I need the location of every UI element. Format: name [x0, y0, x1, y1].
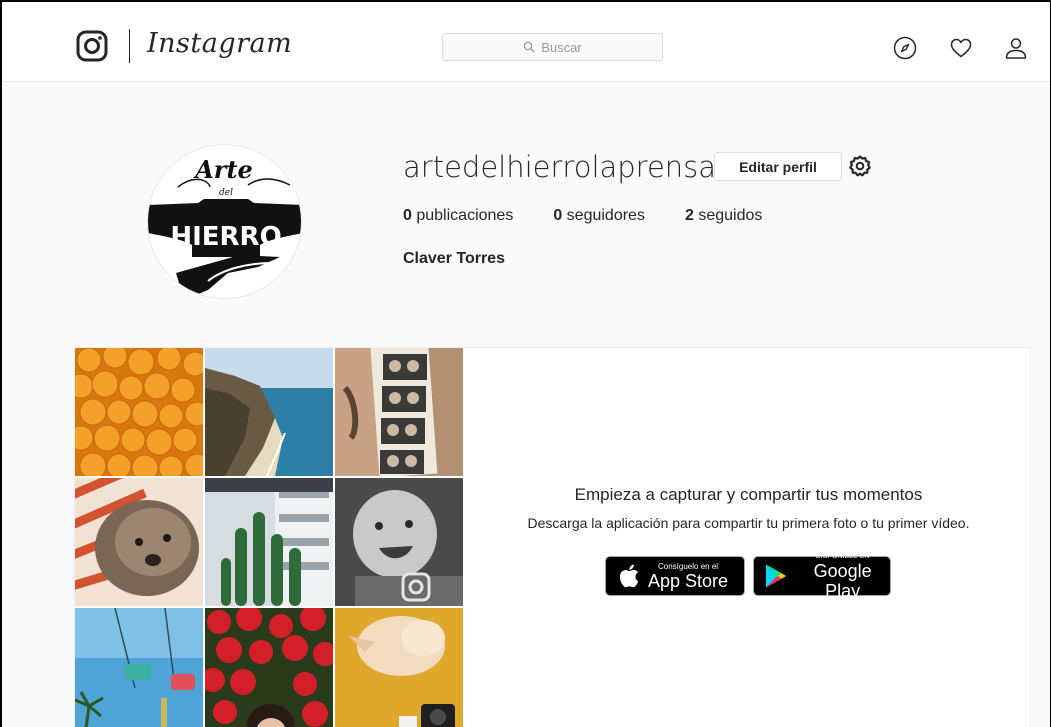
- profile-avatar[interactable]: Arte del HIERRO: [147, 144, 302, 299]
- google-play-big-text: Google Play: [813, 560, 872, 601]
- apple-icon: [619, 564, 639, 588]
- stat-followers-label: seguidores: [566, 207, 645, 224]
- photo-cactus-building: [205, 478, 333, 606]
- photo-dog: [75, 478, 203, 606]
- svg-text:del: del: [219, 188, 233, 198]
- photo-coastline: [205, 348, 333, 476]
- gear-icon[interactable]: [848, 154, 872, 178]
- photo-photobooth-strip: [335, 348, 463, 476]
- stat-posts-count: 0: [403, 207, 412, 224]
- promo-title: Empieza a capturar y compartir tus momen…: [574, 485, 923, 504]
- explore-compass-icon[interactable]: [893, 36, 917, 60]
- photo-baby: [335, 478, 463, 606]
- stat-followers[interactable]: 0 seguidores: [553, 207, 645, 225]
- sample-photo-mosaic: [75, 348, 465, 727]
- app-store-button[interactable]: Consíguelo en el App Store: [605, 556, 745, 596]
- stat-posts-label: publicaciones: [416, 207, 514, 224]
- stat-following[interactable]: 2 seguidos: [685, 207, 762, 225]
- profile-full-name: Claver Torres: [403, 250, 505, 267]
- profile-stats: 0 publicaciones 0 seguidores 2 seguidos: [403, 207, 802, 225]
- app-store-small-text: Consíguelo en el: [658, 561, 719, 571]
- search-input[interactable]: Buscar: [442, 33, 663, 61]
- search-icon: [524, 41, 535, 53]
- promo-subtitle: Descarga la aplicación para compartir tu…: [527, 515, 970, 531]
- edit-profile-button[interactable]: Editar perfil: [714, 152, 842, 181]
- browser-viewport: Instagram Buscar Arte del HIERRO artedel…: [0, 0, 1051, 727]
- instagram-camera-icon[interactable]: [76, 30, 108, 62]
- photo-oranges: [75, 348, 203, 476]
- photo-amusement-ride: [75, 608, 203, 727]
- stat-posts: 0 publicaciones: [403, 207, 513, 225]
- app-store-big-text: App Store: [648, 570, 729, 591]
- photo-red-flowers: [205, 608, 333, 727]
- top-navigation-bar: Instagram Buscar: [2, 2, 1050, 82]
- photo-cat-camera: [335, 608, 463, 727]
- get-app-promo-card: Empieza a capturar y compartir tus momen…: [74, 347, 1031, 727]
- svg-text:HIERRO: HIERRO: [170, 222, 281, 252]
- google-play-icon: [765, 564, 787, 588]
- search-placeholder: Buscar: [541, 39, 582, 55]
- stat-following-label: seguidos: [698, 207, 763, 224]
- google-play-small-text: DISPONIBLE EN: [815, 552, 870, 560]
- activity-heart-icon[interactable]: [949, 36, 973, 60]
- stat-followers-count: 0: [553, 207, 563, 224]
- instagram-wordmark[interactable]: Instagram: [147, 28, 292, 59]
- stat-following-count: 2: [684, 207, 694, 224]
- google-play-button[interactable]: DISPONIBLE EN Google Play: [753, 553, 891, 601]
- arte-del-hierro-logo: Arte del HIERRO: [148, 145, 301, 298]
- logo-divider: [129, 29, 130, 63]
- profile-person-icon[interactable]: [1004, 36, 1028, 60]
- svg-text:Arte: Arte: [193, 155, 253, 184]
- profile-username: artedelhierrolaprensa: [403, 150, 717, 184]
